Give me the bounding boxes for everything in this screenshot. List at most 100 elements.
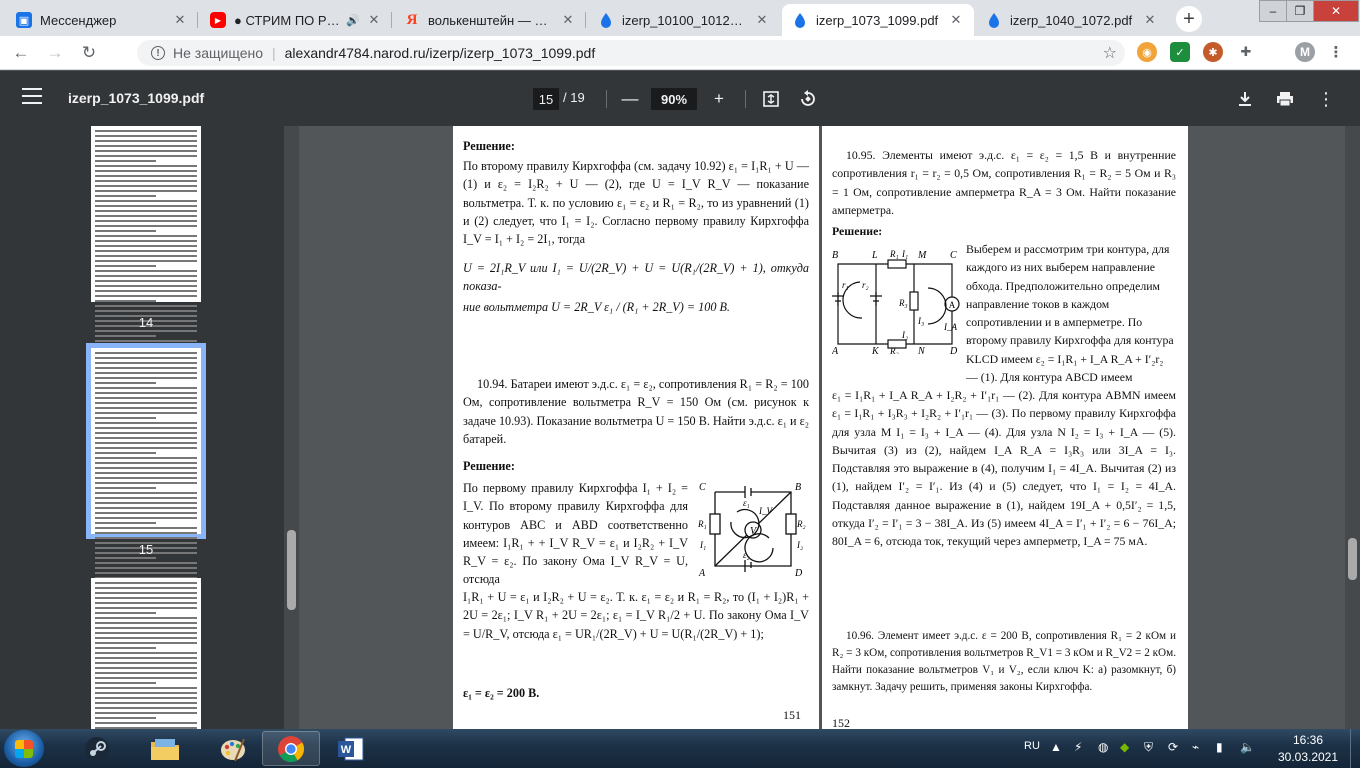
tab-pdf-1073[interactable]: izerp_1073_1099.pdf ✕ <box>782 4 974 36</box>
taskbar-word[interactable]: W <box>322 731 380 766</box>
zoom-input[interactable]: 90% <box>651 88 697 110</box>
warning-icon[interactable]: ! <box>151 46 165 60</box>
current-label: I_A <box>943 322 957 332</box>
tab-close-icon[interactable]: ✕ <box>560 12 576 28</box>
thumbnail-text-line <box>95 707 197 709</box>
maximize-button[interactable]: ❐ <box>1286 0 1314 22</box>
thumbnail-text-line <box>95 587 197 589</box>
pdf-filename: izerp_1073_1099.pdf <box>68 90 205 106</box>
node-label: B <box>832 250 838 261</box>
tab-messenger[interactable]: ▣ Мессенджер ✕ <box>6 4 198 36</box>
pdf-scrollbar[interactable] <box>1345 126 1360 729</box>
not-secure-label[interactable]: Не защищено <box>173 45 263 61</box>
usb-tray-icon[interactable]: ⌁ <box>1192 740 1199 754</box>
nvidia-tray-icon[interactable]: ◆ <box>1120 740 1129 754</box>
node-label: L <box>871 250 878 261</box>
resistor-label: R₂ <box>889 346 899 354</box>
back-button[interactable]: ← <box>8 40 34 66</box>
thumbnail-text-line <box>95 502 197 504</box>
download-icon[interactable] <box>1234 88 1256 110</box>
extensions-puzzle-icon[interactable]: ✚ <box>1236 42 1256 62</box>
audio-playing-icon[interactable]: 🔊 <box>346 14 360 27</box>
taskbar-explorer[interactable] <box>136 731 194 766</box>
node-label: A <box>832 346 839 354</box>
print-icon[interactable] <box>1274 88 1296 110</box>
sidebar-scrollbar[interactable] <box>284 126 299 729</box>
thumbnail-text-line <box>95 497 197 499</box>
wifi-tray-icon[interactable]: ▮ <box>1216 740 1223 754</box>
thumbnail-text-line <box>95 652 197 654</box>
fit-page-icon[interactable] <box>760 88 782 110</box>
close-window-button[interactable]: ✕ <box>1313 0 1359 22</box>
new-tab-button[interactable]: + <box>1176 6 1202 32</box>
chrome-menu-icon[interactable]: ⋮ <box>1326 42 1346 62</box>
minimize-button[interactable]: – <box>1259 0 1287 22</box>
address-bar[interactable]: ! Не защищено | alexandr4784.narod.ru/iz… <box>137 40 1125 66</box>
thumbnail-sidebar: 14 15 <box>0 126 284 729</box>
language-indicator[interactable]: RU <box>1024 740 1040 752</box>
more-options-icon[interactable]: ⋮ <box>1315 88 1337 110</box>
thumbnail-text-line <box>95 457 197 459</box>
tab-close-icon[interactable]: ✕ <box>754 12 770 28</box>
start-button[interactable] <box>4 730 44 767</box>
tab-close-icon[interactable]: ✕ <box>1142 12 1158 28</box>
tab-title: izerp_10100_10126.pdf <box>622 12 748 28</box>
word-icon: W <box>338 737 364 760</box>
thumbnail-label: 14 <box>138 315 154 330</box>
tab-pdf-1040[interactable]: izerp_1040_1072.pdf ✕ <box>976 4 1168 36</box>
extension-shield-icon[interactable]: ✓ <box>1170 42 1190 62</box>
thumbnail-text-line <box>95 260 197 262</box>
url-text[interactable]: alexandr4784.narod.ru/izerp/izerp_1073_1… <box>285 45 596 61</box>
thumbnail-text-line <box>95 392 197 394</box>
thumbnail-text-line <box>95 352 197 354</box>
steam-tray-icon[interactable]: ◍ <box>1098 740 1108 754</box>
extension-owl-icon[interactable]: ◉ <box>1137 42 1157 62</box>
security-tray-icon[interactable]: ⛨ <box>1144 740 1153 755</box>
system-clock[interactable]: 16:36 30.03.2021 <box>1275 732 1341 766</box>
rotate-icon[interactable] <box>797 88 819 110</box>
thumbnail-text-line <box>95 437 197 439</box>
update-tray-icon[interactable]: ⟳ <box>1168 740 1178 754</box>
show-hidden-icons-icon[interactable]: ▲ <box>1050 740 1062 754</box>
tab-yandex[interactable]: Я волькенштейн — Янде ✕ <box>394 4 586 36</box>
taskbar-chrome[interactable] <box>262 731 320 766</box>
show-desktop-button[interactable] <box>1350 729 1360 768</box>
formula-line: ние вольтметра U = 2R_V ε₁ / (R₁ + 2R_V)… <box>463 300 730 314</box>
bookmark-star-icon[interactable]: ☆ <box>1103 43 1117 63</box>
tab-pdf-10100[interactable]: izerp_10100_10126.pdf ✕ <box>588 4 780 36</box>
thumbnail-text-line <box>95 160 157 162</box>
thumbnail-text-line <box>95 487 157 489</box>
profile-avatar[interactable]: M <box>1295 42 1315 62</box>
current-label: I_V <box>758 506 773 516</box>
thumbnail-text-line <box>95 637 197 639</box>
thumbnail-text-line <box>95 135 197 137</box>
taskbar-steam[interactable] <box>68 731 126 766</box>
thumbnail-page-14[interactable] <box>91 126 201 347</box>
zoom-out-button[interactable]: — <box>619 88 641 110</box>
page-number-input[interactable]: 15 <box>533 88 559 110</box>
thumbnail-page-16[interactable] <box>91 578 201 729</box>
tab-stream[interactable]: ▶ ● СТРИМ ПО PHAS 🔊 ✕ <box>200 4 392 36</box>
thumbnail-text-line <box>95 612 157 614</box>
forward-button[interactable]: → <box>42 40 68 66</box>
thumbnail-text-line <box>95 205 197 207</box>
pdf-file-icon <box>598 12 614 28</box>
circuit-diagram-klcd: A B L M C A K N D R₁ R₂ R₃ I₁ I₂ I₃ I_A … <box>832 249 960 354</box>
node-label: B <box>795 482 801 493</box>
tab-close-icon[interactable]: ✕ <box>172 12 188 28</box>
thumbnail-page-15[interactable] <box>91 348 201 579</box>
taskbar-paint[interactable] <box>204 731 262 766</box>
tab-close-icon[interactable]: ✕ <box>366 12 382 28</box>
network-tray-icon[interactable]: ⚡ <box>1074 740 1082 754</box>
thumbnail-text-line <box>95 367 197 369</box>
thumbnail-text-line <box>95 140 197 142</box>
reload-button[interactable]: ↻ <box>76 40 102 66</box>
tab-close-icon[interactable]: ✕ <box>948 12 964 28</box>
extension-bug-icon[interactable]: ✱ <box>1203 42 1223 62</box>
zoom-in-button[interactable]: + <box>708 88 730 110</box>
solution-paragraph: ε₁ = I₁R₁ + I_A R_A + I₂R₂ + I′₁r₁ — (2)… <box>832 388 1176 549</box>
circuit-diagram-abcd: V C B A D R₁ R₂ I₁ I₂ I_V ε₁ ε₂ <box>697 482 806 578</box>
volume-tray-icon[interactable]: 🔈 <box>1240 740 1255 754</box>
menu-icon[interactable] <box>22 88 42 106</box>
thumbnail-text-line <box>95 285 197 287</box>
